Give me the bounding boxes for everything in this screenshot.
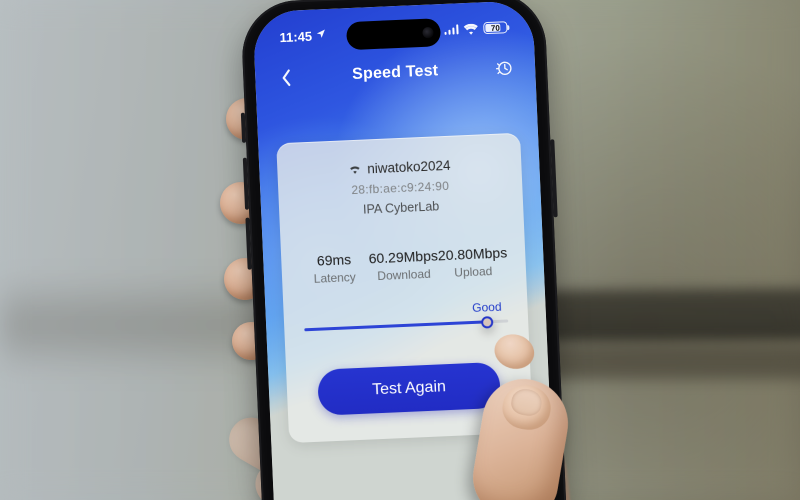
latency-label: Latency: [300, 269, 370, 286]
quality-thumb: [479, 314, 494, 329]
battery-icon: 70: [483, 21, 508, 34]
download-value: 60.29Mbps: [368, 247, 438, 266]
network-mac: 28:fb:ae:c9:24:90: [294, 176, 506, 199]
metric-download: 60.29Mbps Download: [368, 247, 439, 283]
phone: 11:45 70 Speed Test: [240, 0, 571, 500]
back-button[interactable]: [275, 68, 298, 87]
wifi-icon: [463, 23, 478, 35]
cellular-icon: [444, 24, 459, 35]
download-label: Download: [369, 266, 439, 283]
test-again-button[interactable]: Test Again: [317, 362, 501, 416]
latency-value: 69ms: [299, 250, 369, 269]
metric-latency: 69ms Latency: [299, 250, 370, 286]
wifi-small-icon: [348, 162, 362, 178]
metrics-row: 69ms Latency 60.29Mbps Download 20.80Mbp…: [297, 244, 510, 286]
location-icon: [315, 28, 327, 42]
result-card: niwatoko2024 28:fb:ae:c9:24:90 IPA Cyber…: [276, 133, 533, 443]
history-button[interactable]: [493, 59, 516, 78]
screen: 11:45 70 Speed Test: [252, 0, 558, 500]
network-ssid: niwatoko2024: [367, 158, 451, 177]
page-title: Speed Test: [352, 62, 439, 84]
network-header: niwatoko2024 28:fb:ae:c9:24:90 IPA Cyber…: [293, 155, 507, 219]
upload-label: Upload: [438, 263, 508, 280]
quality-track: [304, 319, 508, 331]
battery-level: 70: [491, 23, 500, 32]
quality-label: Good: [472, 300, 502, 315]
dynamic-island: [346, 18, 441, 50]
metric-upload: 20.80Mbps Upload: [438, 244, 509, 280]
quality-bar: Good: [300, 305, 513, 340]
network-provider: IPA CyberLab: [295, 196, 507, 219]
status-time: 11:45: [279, 28, 312, 44]
upload-value: 20.80Mbps: [438, 244, 508, 263]
